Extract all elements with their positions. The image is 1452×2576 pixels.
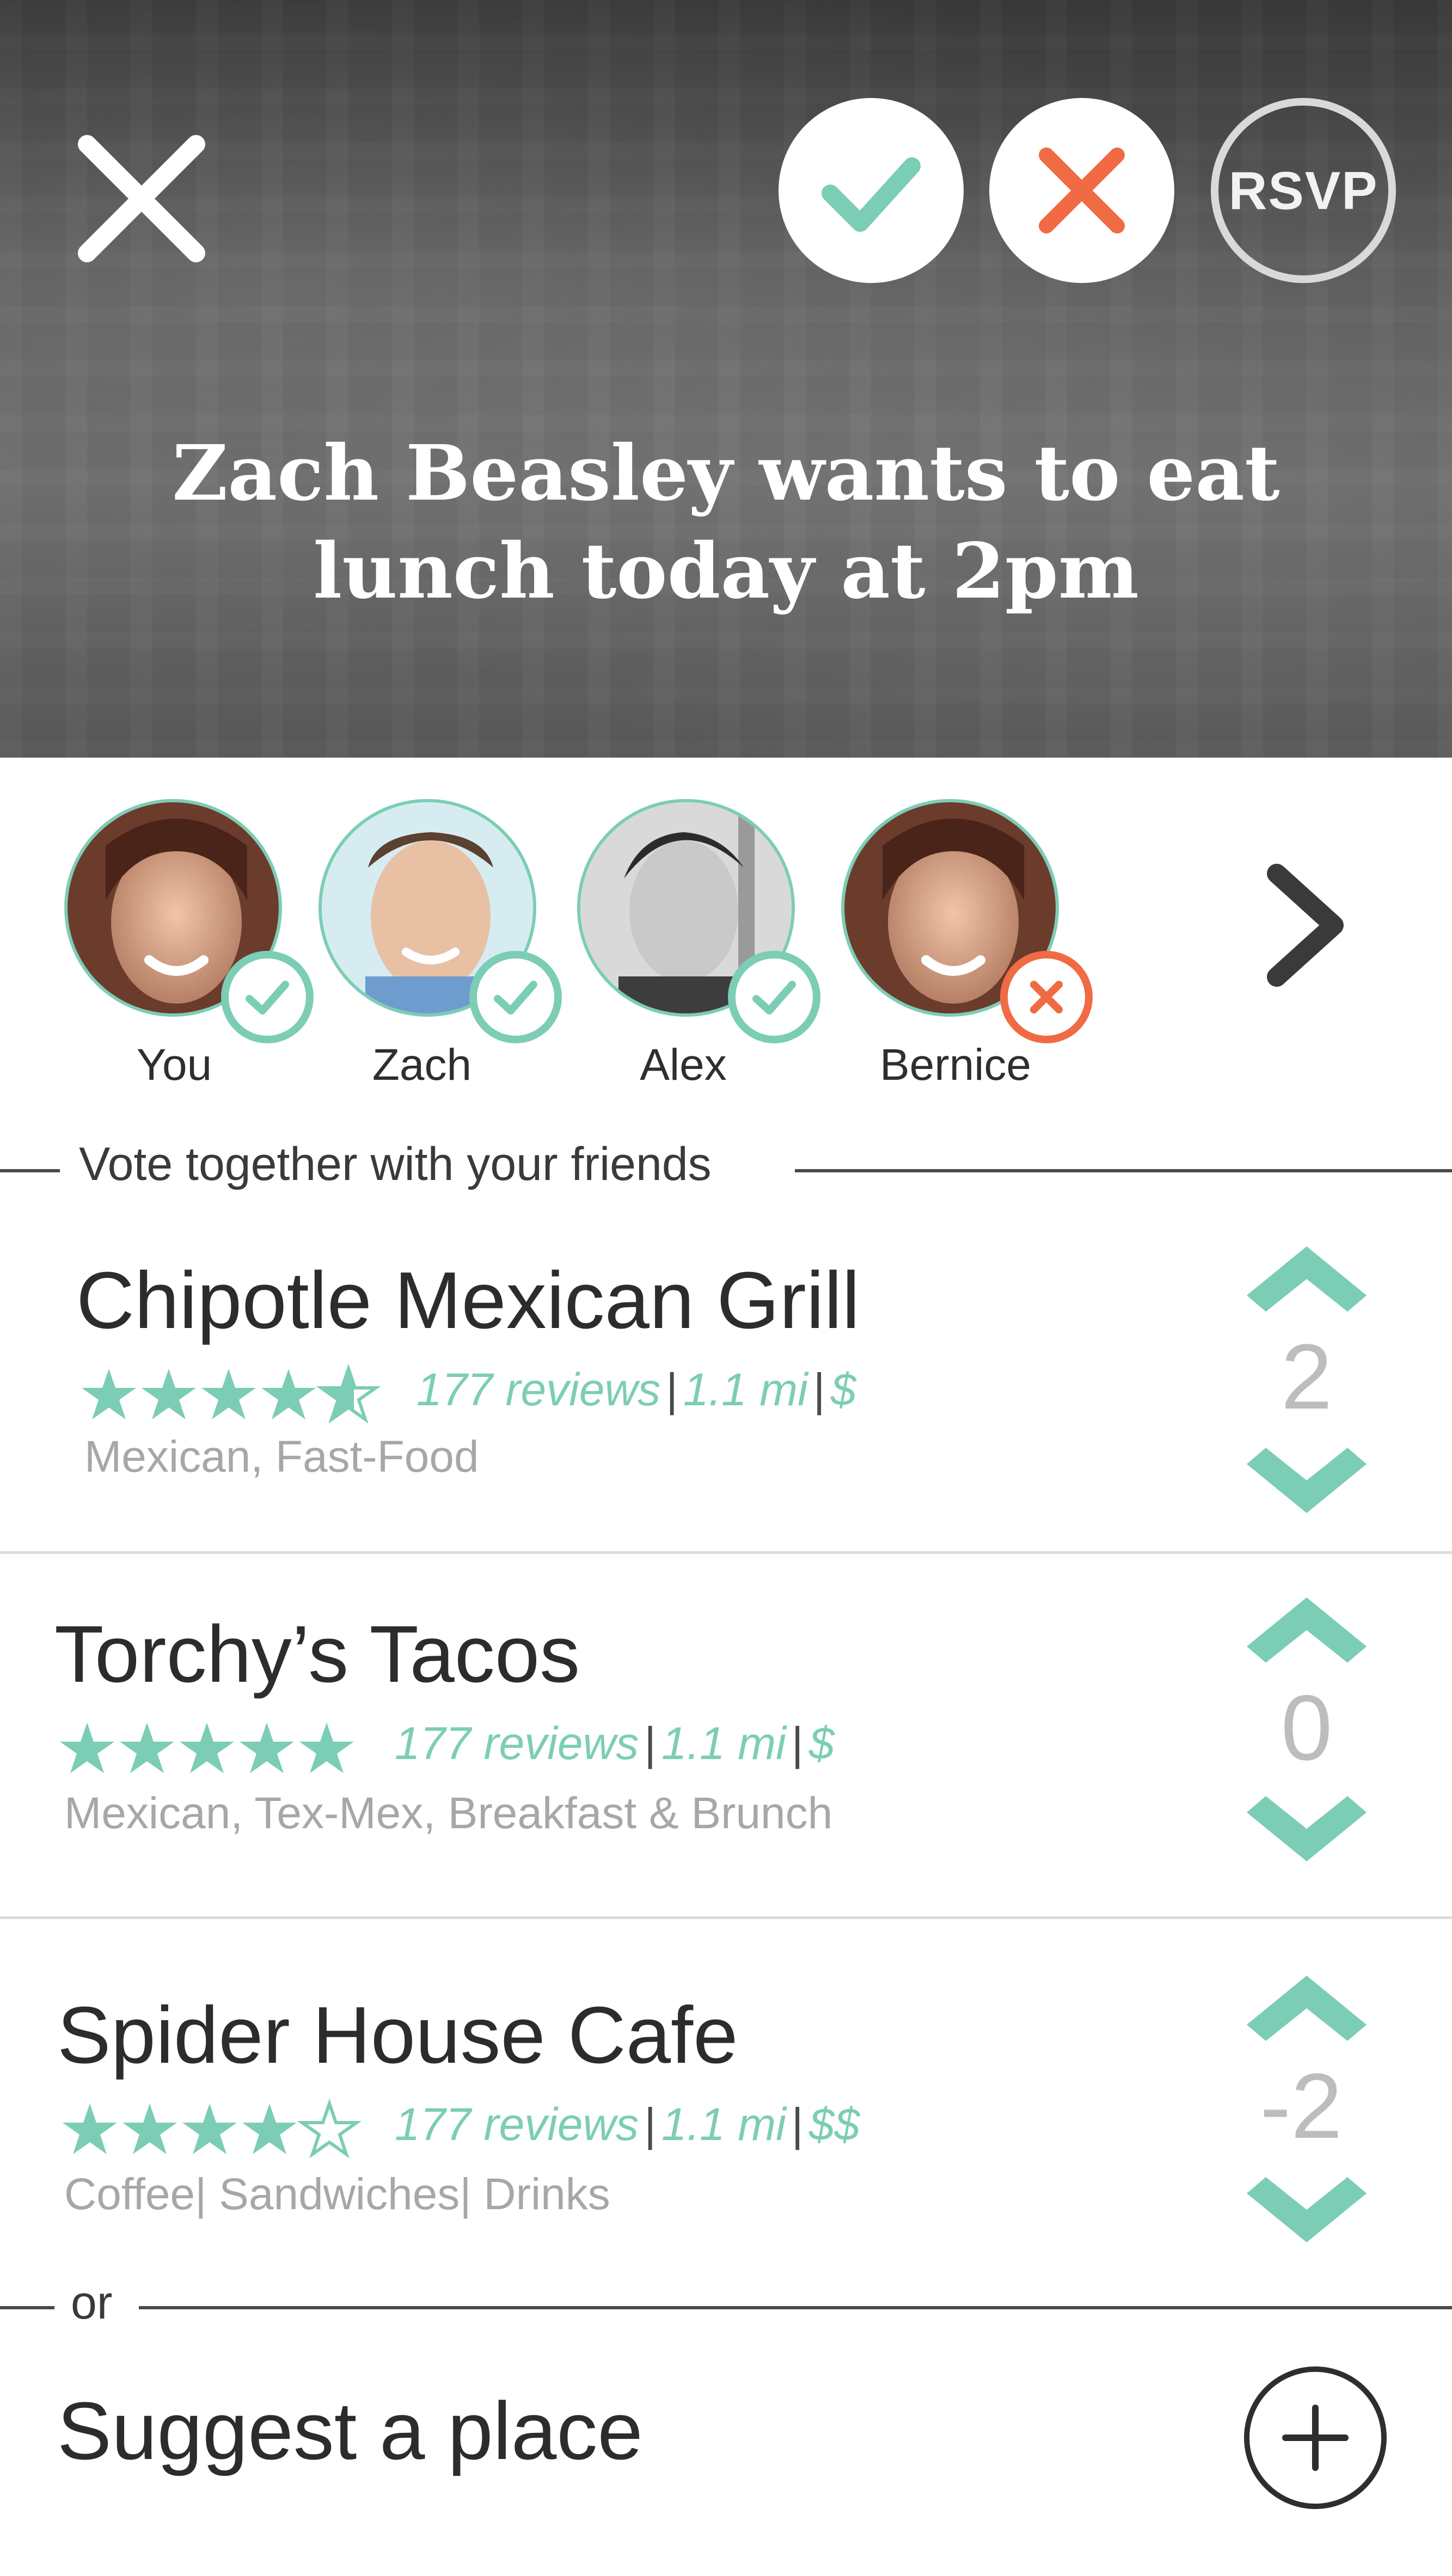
- price: $$: [808, 2099, 860, 2150]
- distance: 1.1 mi: [661, 2099, 786, 2150]
- check-icon: [246, 981, 289, 1015]
- plus-icon: [1282, 2405, 1349, 2471]
- downvote-button[interactable]: [1244, 1785, 1369, 1867]
- star-rating: [82, 1361, 387, 1428]
- restaurant-name: Chipotle Mexican Grill: [76, 1256, 860, 1345]
- restaurant-name: Torchy’s Tacos: [54, 1609, 580, 1699]
- vote-count: -2: [1260, 2055, 1343, 2158]
- price: $: [830, 1364, 856, 1415]
- vote-section-label: Vote together with your friends: [79, 1138, 712, 1190]
- restaurant-name: Spider House Cafe: [57, 1990, 738, 2080]
- restaurant-tags: Coffee| Sandwiches| Drinks: [64, 2169, 610, 2219]
- close-icon: [78, 135, 205, 262]
- chevron-up-icon: [1247, 1597, 1367, 1663]
- star-rating: [60, 1714, 365, 1782]
- distance: 1.1 mi: [683, 1364, 808, 1415]
- status-badge: [469, 951, 562, 1043]
- restaurant-tags: Mexican, Fast-Food: [84, 1432, 479, 1481]
- rsvp-button[interactable]: RSVP: [1211, 98, 1396, 283]
- review-count: 177 reviews: [395, 2099, 639, 2150]
- distance: 1.1 mi: [661, 1718, 786, 1769]
- star-icon: [302, 2104, 357, 2154]
- chevron-right-icon: [1267, 864, 1344, 987]
- page-title: Zach Beasley wants to eat lunch today at…: [172, 429, 1280, 616]
- check-icon: [822, 157, 921, 232]
- check-icon: [494, 981, 537, 1015]
- status-badge: [728, 951, 820, 1043]
- restaurant-tags: Mexican, Tex-Mex, Breakfast & Brunch: [64, 1788, 833, 1838]
- status-badge: [221, 951, 314, 1043]
- upvote-button[interactable]: [1244, 1592, 1369, 1674]
- star-icon: [63, 2104, 297, 2154]
- chevron-down-icon: [1247, 1448, 1367, 1513]
- review-count: 177 reviews: [416, 1364, 661, 1415]
- event-header: [0, 0, 1452, 758]
- close-button[interactable]: [76, 133, 207, 264]
- chevron-up-icon: [1247, 1246, 1367, 1312]
- attendee-name: You: [136, 1040, 212, 1090]
- or-label: or: [71, 2277, 113, 2329]
- divider: [795, 1169, 1452, 1172]
- restaurant-meta: 177 reviews | 1.1 mi | $$: [395, 2099, 860, 2150]
- accept-button[interactable]: [779, 98, 964, 283]
- downvote-button[interactable]: [1244, 1437, 1369, 1518]
- downvote-button[interactable]: [1244, 2166, 1369, 2248]
- upvote-button[interactable]: [1244, 1970, 1369, 2052]
- star-icon: [60, 1723, 354, 1773]
- chevron-down-icon: [1247, 2177, 1367, 2242]
- divider: [0, 1169, 60, 1172]
- attendee-name: Alex: [640, 1040, 727, 1090]
- rsvp-label: RSVP: [1228, 160, 1379, 220]
- vote-count: 0: [1281, 1676, 1333, 1780]
- x-icon: [1030, 981, 1063, 1013]
- price: $: [808, 1718, 835, 1769]
- x-icon: [1039, 147, 1125, 233]
- upvote-button[interactable]: [1244, 1241, 1369, 1323]
- next-attendees-button[interactable]: [1258, 863, 1356, 988]
- review-count: 177 reviews: [395, 1718, 639, 1769]
- attendee-name: Zach: [372, 1040, 472, 1090]
- attendee-name: Bernice: [879, 1040, 1032, 1090]
- star-rating: [63, 2095, 367, 2163]
- star-icon: [82, 1369, 316, 1419]
- divider: [0, 1916, 1452, 1919]
- divider: [139, 2306, 1452, 2309]
- vote-count: 2: [1281, 1325, 1333, 1429]
- chevron-down-icon: [1247, 1796, 1367, 1861]
- decline-button[interactable]: [989, 98, 1174, 283]
- restaurant-meta: 177 reviews | 1.1 mi | $: [416, 1364, 856, 1415]
- restaurant-meta: 177 reviews | 1.1 mi | $: [395, 1718, 835, 1769]
- status-badge: [1000, 951, 1093, 1043]
- add-place-button[interactable]: [1244, 2366, 1387, 2509]
- suggest-place-label: Suggest a place: [57, 2385, 643, 2476]
- divider: [0, 2306, 54, 2309]
- chevron-up-icon: [1247, 1976, 1367, 2041]
- check-icon: [752, 981, 796, 1015]
- divider: [0, 1551, 1452, 1554]
